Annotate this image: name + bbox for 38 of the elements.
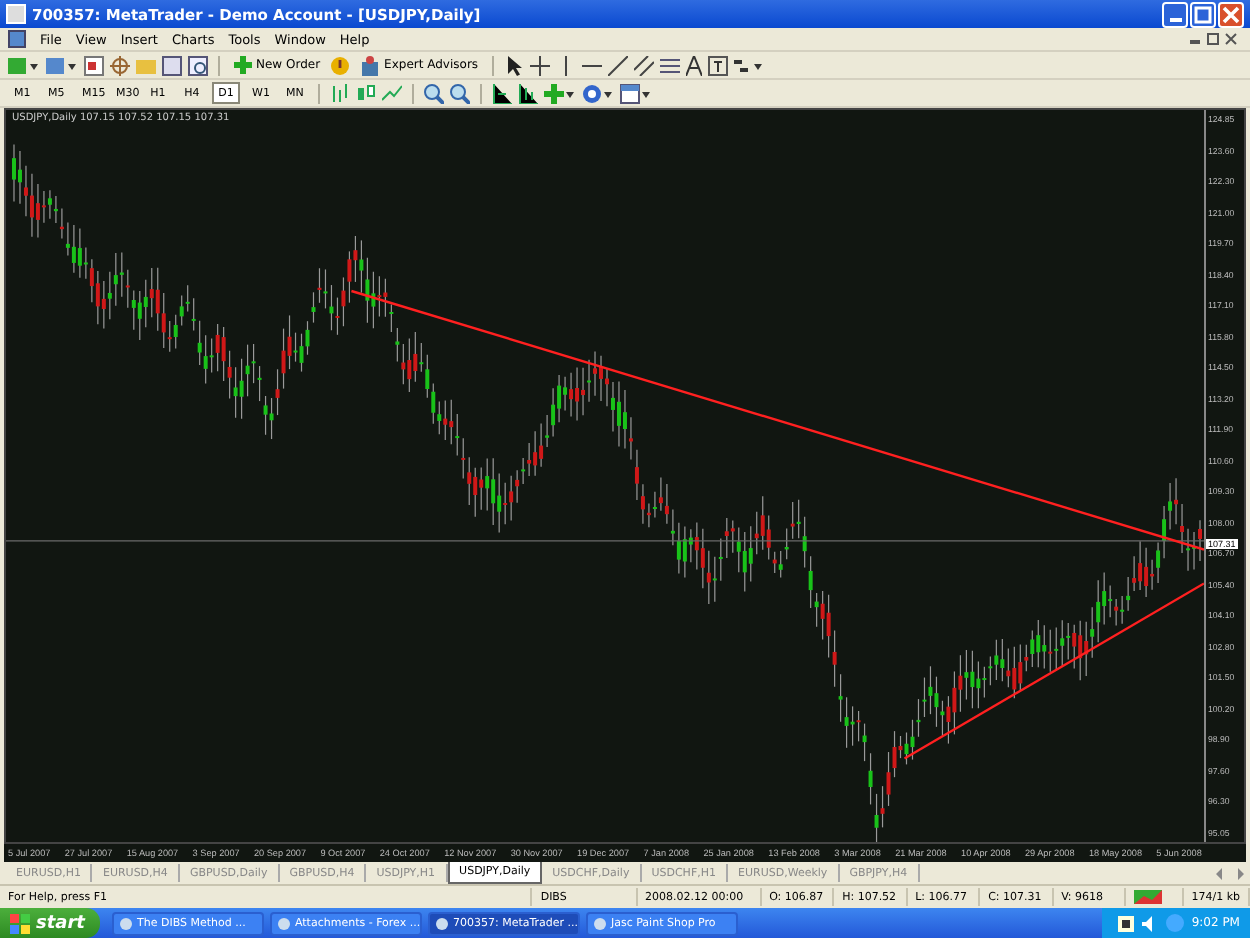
maximize-button[interactable] [1190,1,1216,27]
new-chart-icon[interactable] [8,55,40,75]
trendline-icon[interactable] [608,55,629,75]
minimize-button[interactable] [1162,1,1188,27]
zoom-out-icon[interactable] [450,83,470,103]
close-button[interactable] [1218,1,1244,27]
trend-line[interactable] [903,582,1204,760]
fibonacci-icon[interactable] [660,55,681,75]
templates-icon[interactable] [620,83,652,103]
maximize-icon [1194,5,1212,23]
plus-icon [234,56,252,74]
trend-line[interactable] [351,289,1204,551]
profiles-icon[interactable] [46,55,78,75]
app-icon [6,4,26,24]
crosshair-icon[interactable] [110,55,130,75]
close-icon [1222,5,1240,23]
cursor-icon[interactable] [504,55,525,75]
market-watch-icon[interactable] [84,55,104,75]
zoom-in-icon[interactable] [424,83,444,103]
candlestick-icon[interactable] [356,83,376,103]
channel-icon[interactable] [634,55,655,75]
periods-icon[interactable] [582,83,614,103]
minimize-icon [1169,17,1181,21]
robot-icon [360,55,381,75]
mdi-buttons-icon[interactable] [1190,32,1238,46]
volume-icon[interactable] [1141,915,1158,931]
connection-icon [1134,890,1163,904]
letter-a-icon[interactable] [686,55,703,75]
tester-icon[interactable] [188,55,208,75]
chart-window-icon [8,30,26,48]
indicators-icon[interactable] [544,83,576,103]
network-icon[interactable] [1117,915,1134,931]
alert-icon[interactable] [330,55,351,75]
windows-logo-icon [10,913,30,933]
terminal-icon[interactable] [162,55,182,75]
crosshair-icon[interactable] [530,55,551,75]
scroll-arrows-icon[interactable] [1216,867,1244,879]
text-label-icon[interactable] [708,55,729,75]
